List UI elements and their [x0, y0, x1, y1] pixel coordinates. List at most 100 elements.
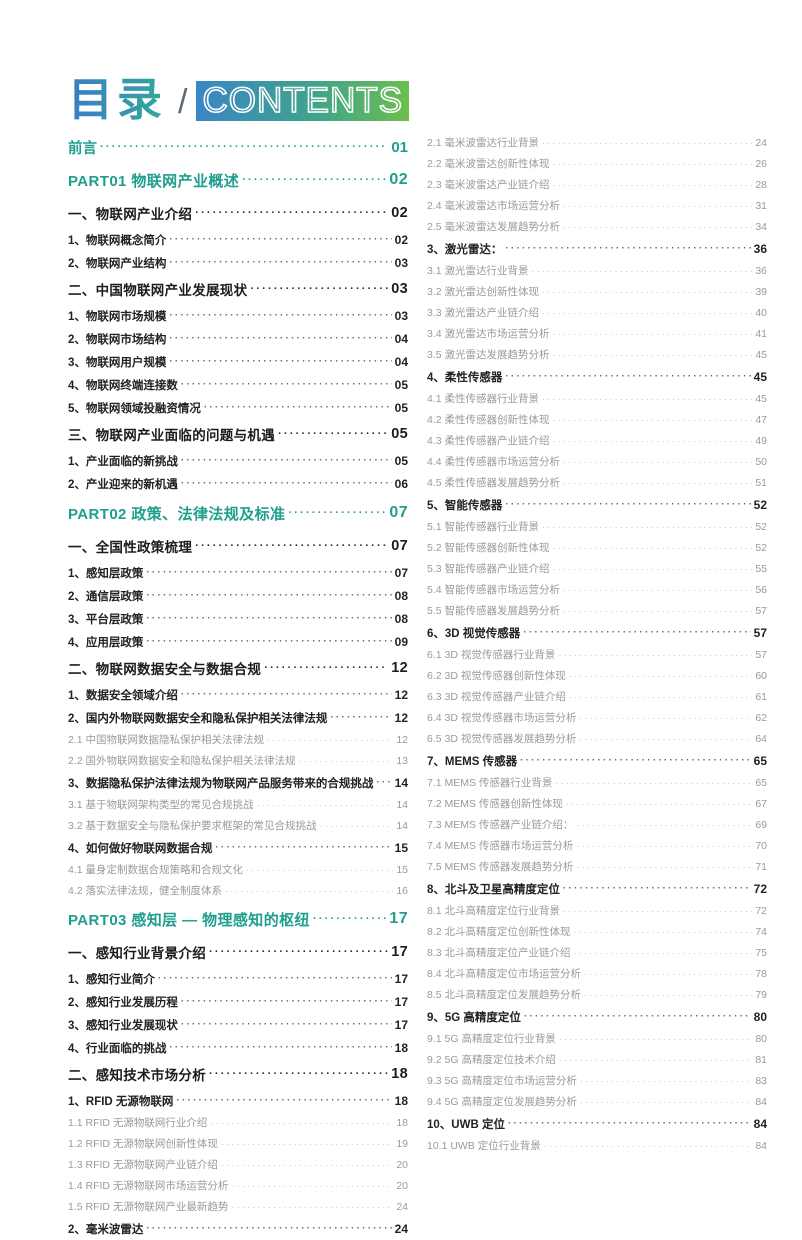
toc-entry[interactable]: 1、物联网市场规模 ·······························…: [68, 304, 408, 327]
toc-entry-label: 3、激光雷达：: [427, 243, 503, 256]
toc-entry[interactable]: 9.1 5G 高精度定位行业背景 ························…: [427, 1028, 767, 1049]
toc-entry[interactable]: 4、柔性传感器 ·································…: [427, 365, 767, 388]
toc-entry[interactable]: 二、中国物联网产业发展现状···························…: [68, 274, 408, 304]
toc-entry[interactable]: 2、通信层政策 ·································…: [68, 584, 408, 607]
toc-entry[interactable]: 2.3 毫米波雷达产业链介绍 ··························…: [427, 174, 767, 195]
toc-entry[interactable]: 前言 ······································…: [68, 132, 408, 162]
toc-entry[interactable]: 3.4 激光雷达市场运营分析 ··························…: [427, 323, 767, 344]
toc-entry[interactable]: 5.2 智能传感器创新性体现 ··························…: [427, 537, 767, 558]
toc-entry[interactable]: 1、RFID 无源物联网 ····························…: [68, 1089, 408, 1112]
toc-entry[interactable]: 4、行业面临的挑战 ·······························…: [68, 1036, 408, 1059]
toc-entry[interactable]: 6.1 3D 视觉传感器行业背景 ························…: [427, 644, 767, 665]
toc-entry[interactable]: 9.2 5G 高精度定位技术介绍 ························…: [427, 1049, 767, 1070]
toc-entry[interactable]: 8.2 北斗高精度定位创新性体现 ························…: [427, 921, 767, 942]
toc-entry[interactable]: 7.3 MEMS 传感器产业链介绍： ······················…: [427, 814, 767, 835]
toc-entry-label: 4、物联网终端连接数: [68, 379, 178, 392]
toc-entry[interactable]: 1、数据安全领域介绍 ······························…: [68, 683, 408, 706]
toc-leader-dots: ········································…: [523, 627, 751, 638]
toc-entry[interactable]: 8.4 北斗高精度定位市场运营分析 ·······················…: [427, 963, 767, 984]
toc-page-number: 03: [391, 281, 408, 297]
toc-entry[interactable]: 5.3 智能传感器产业链介绍 ··························…: [427, 558, 767, 579]
toc-entry[interactable]: 6、3D 视觉传感器 ······························…: [427, 621, 767, 644]
toc-entry[interactable]: 5、物联网领域投融资情况 ····························…: [68, 396, 408, 419]
toc-entry[interactable]: 2.5 毫米波雷达发展趋势分析 ·························…: [427, 216, 767, 237]
toc-entry[interactable]: 二、感知技术市场分析 ······························…: [68, 1059, 408, 1089]
toc-entry[interactable]: 三、物联网产业面临的问题与机遇·························…: [68, 419, 408, 449]
toc-entry[interactable]: 3.1 激光雷达行业背景 ····························…: [427, 260, 767, 281]
toc-entry[interactable]: 1.1 RFID 无源物联网行业介绍 ······················…: [68, 1112, 408, 1133]
toc-entry[interactable]: 4、物联网终端连接数 ······························…: [68, 373, 408, 396]
toc-entry[interactable]: 6.2 3D 视觉传感器创新性体现 ·······················…: [427, 665, 767, 686]
toc-entry[interactable]: 2.2 国外物联网数据安全和隐私保护相关法律法规 ················…: [68, 750, 408, 771]
toc-entry[interactable]: 5.5 智能传感器发展趋势分析 ·························…: [427, 600, 767, 621]
toc-entry[interactable]: 1.2 RFID 无源物联网创新性体现 ·····················…: [68, 1133, 408, 1154]
toc-entry[interactable]: 3.2 基于数据安全与隐私保护要求框架的常见合规挑战 ··············…: [68, 815, 408, 836]
toc-entry[interactable]: 7.5 MEMS 传感器发展趋势分析 ······················…: [427, 856, 767, 877]
toc-entry[interactable]: 6.4 3D 视觉传感器市场运营分析 ······················…: [427, 707, 767, 728]
toc-entry[interactable]: 6.3 3D 视觉传感器产业链介绍 ·······················…: [427, 686, 767, 707]
toc-entry[interactable]: 9.3 5G 高精度定位市场运营分析 ······················…: [427, 1070, 767, 1091]
toc-entry[interactable]: 3.2 激光雷达创新性体现 ···························…: [427, 281, 767, 302]
toc-entry[interactable]: 4.2 落实法律法规，健全制度体系 ·······················…: [68, 880, 408, 901]
toc-entry[interactable]: 4.1 柔性传感器行业背景 ···························…: [427, 388, 767, 409]
toc-entry[interactable]: 3、数据隐私保护法律法规为物联网产品服务带来的合规挑战·············…: [68, 771, 408, 794]
toc-entry[interactable]: 2、物联网产业结构 ·······························…: [68, 251, 408, 274]
toc-entry[interactable]: 2、毫米波雷达 ·································…: [68, 1217, 408, 1240]
toc-entry[interactable]: 4.3 柔性传感器产业链介绍 ··························…: [427, 430, 767, 451]
toc-entry[interactable]: 1、感知层政策 ·································…: [68, 561, 408, 584]
toc-entry[interactable]: 7.2 MEMS 传感器创新性体现 ·······················…: [427, 793, 767, 814]
toc-entry[interactable]: 1、产业面临的新挑战 ······························…: [68, 449, 408, 472]
toc-entry[interactable]: 4.4 柔性传感器市场运营分析 ·························…: [427, 451, 767, 472]
toc-entry[interactable]: 二、物联网数据安全与数据合规··························…: [68, 653, 408, 683]
toc-entry[interactable]: 1.5 RFID 无源物联网产业最新趋势 ····················…: [68, 1196, 408, 1217]
toc-page-number: 20: [396, 1158, 408, 1171]
toc-entry[interactable]: 2.1 毫米波雷达行业背景 ···························…: [427, 132, 767, 153]
toc-entry[interactable]: 7.4 MEMS 传感器市场运营分析 ······················…: [427, 835, 767, 856]
toc-entry[interactable]: 1、物联网概念简介 ·······························…: [68, 228, 408, 251]
toc-entry[interactable]: 一、感知行业背景介绍 ······························…: [68, 937, 408, 967]
toc-entry[interactable]: 2.1 中国物联网数据隐私保护相关法律法规 ···················…: [68, 729, 408, 750]
toc-entry[interactable]: 8.3 北斗高精度定位产业链介绍 ························…: [427, 942, 767, 963]
toc-entry[interactable]: 3、物联网用户规模 ·······························…: [68, 350, 408, 373]
toc-entry[interactable]: 1.4 RFID 无源物联网市场运营分析 ····················…: [68, 1175, 408, 1196]
toc-entry[interactable]: 7.1 MEMS 传感器行业背景 ························…: [427, 772, 767, 793]
toc-entry[interactable]: 一、全国性政策梳理 ·······························…: [68, 531, 408, 561]
toc-entry[interactable]: 8.5 北斗高精度定位发展趋势分析 ·······················…: [427, 984, 767, 1005]
toc-entry[interactable]: 2、物联网市场结构 ·······························…: [68, 327, 408, 350]
toc-entry[interactable]: 3.1 基于物联网架构类型的常见合规挑战 ····················…: [68, 794, 408, 815]
toc-entry[interactable]: 6.5 3D 视觉传感器发展趋势分析 ······················…: [427, 728, 767, 749]
toc-entry[interactable]: 10.1 UWB 定位行业背景 ·························…: [427, 1135, 767, 1156]
toc-entry[interactable]: 2.4 毫米波雷达市场运营分析 ·························…: [427, 195, 767, 216]
toc-entry[interactable]: 4.5 柔性传感器发展趋势分析 ·························…: [427, 472, 767, 493]
toc-entry[interactable]: PART01 物联网产业概述··························…: [68, 162, 408, 198]
toc-entry[interactable]: 2.2 毫米波雷达创新性体现 ··························…: [427, 153, 767, 174]
toc-entry[interactable]: 2、产业迎来的新机遇 ······························…: [68, 472, 408, 495]
toc-entry[interactable]: 8.1 北斗高精度定位行业背景 ·························…: [427, 900, 767, 921]
toc-entry[interactable]: 9、5G 高精度定位 ······························…: [427, 1005, 767, 1028]
toc-entry[interactable]: 1、感知行业简介 ································…: [68, 967, 408, 990]
toc-entry[interactable]: 10、UWB 定位 ·······························…: [427, 1112, 767, 1135]
toc-entry[interactable]: PART02 政策、法律法规及标准·······················…: [68, 495, 408, 531]
toc-entry[interactable]: 5.1 智能传感器行业背景 ···························…: [427, 516, 767, 537]
toc-entry[interactable]: 5、智能传感器 ·································…: [427, 493, 767, 516]
toc-entry[interactable]: 8、北斗及卫星高精度定位 ····························…: [427, 877, 767, 900]
toc-entry[interactable]: 5.4 智能传感器市场运营分析 ·························…: [427, 579, 767, 600]
toc-entry[interactable]: 1.3 RFID 无源物联网产业链介绍 ·····················…: [68, 1154, 408, 1175]
toc-entry[interactable]: 2、感知行业发展历程 ······························…: [68, 990, 408, 1013]
toc-entry[interactable]: 4、如何做好物联网数据合规 ···························…: [68, 836, 408, 859]
toc-entry[interactable]: 4.2 柔性传感器创新性体现 ··························…: [427, 409, 767, 430]
toc-entry[interactable]: PART03 感知层 — 物理感知的枢纽····················…: [68, 901, 408, 937]
toc-entry[interactable]: 7、MEMS 传感器 ······························…: [427, 749, 767, 772]
toc-entry[interactable]: 9.4 5G 高精度定位发展趋势分析 ······················…: [427, 1091, 767, 1112]
toc-page-number: 17: [389, 910, 408, 927]
toc-entry[interactable]: 3.3 激光雷达产业链介绍 ···························…: [427, 302, 767, 323]
toc-entry[interactable]: 一、物联网产业介绍 ·······························…: [68, 198, 408, 228]
toc-entry[interactable]: 3.5 激光雷达发展趋势分析 ··························…: [427, 344, 767, 365]
toc-leader-dots: ········································…: [505, 499, 751, 510]
toc-entry[interactable]: 4.1 量身定制数据合规策略和合规文化 ·····················…: [68, 859, 408, 880]
toc-entry[interactable]: 3、感知行业发展现状 ······························…: [68, 1013, 408, 1036]
toc-entry[interactable]: 2、国内外物联网数据安全和隐私保护相关法律法规·················…: [68, 706, 408, 729]
toc-entry[interactable]: 4、应用层政策 ·································…: [68, 630, 408, 653]
toc-entry[interactable]: 3、激光雷达： ·································…: [427, 237, 767, 260]
toc-entry[interactable]: 3、平台层政策 ·································…: [68, 607, 408, 630]
